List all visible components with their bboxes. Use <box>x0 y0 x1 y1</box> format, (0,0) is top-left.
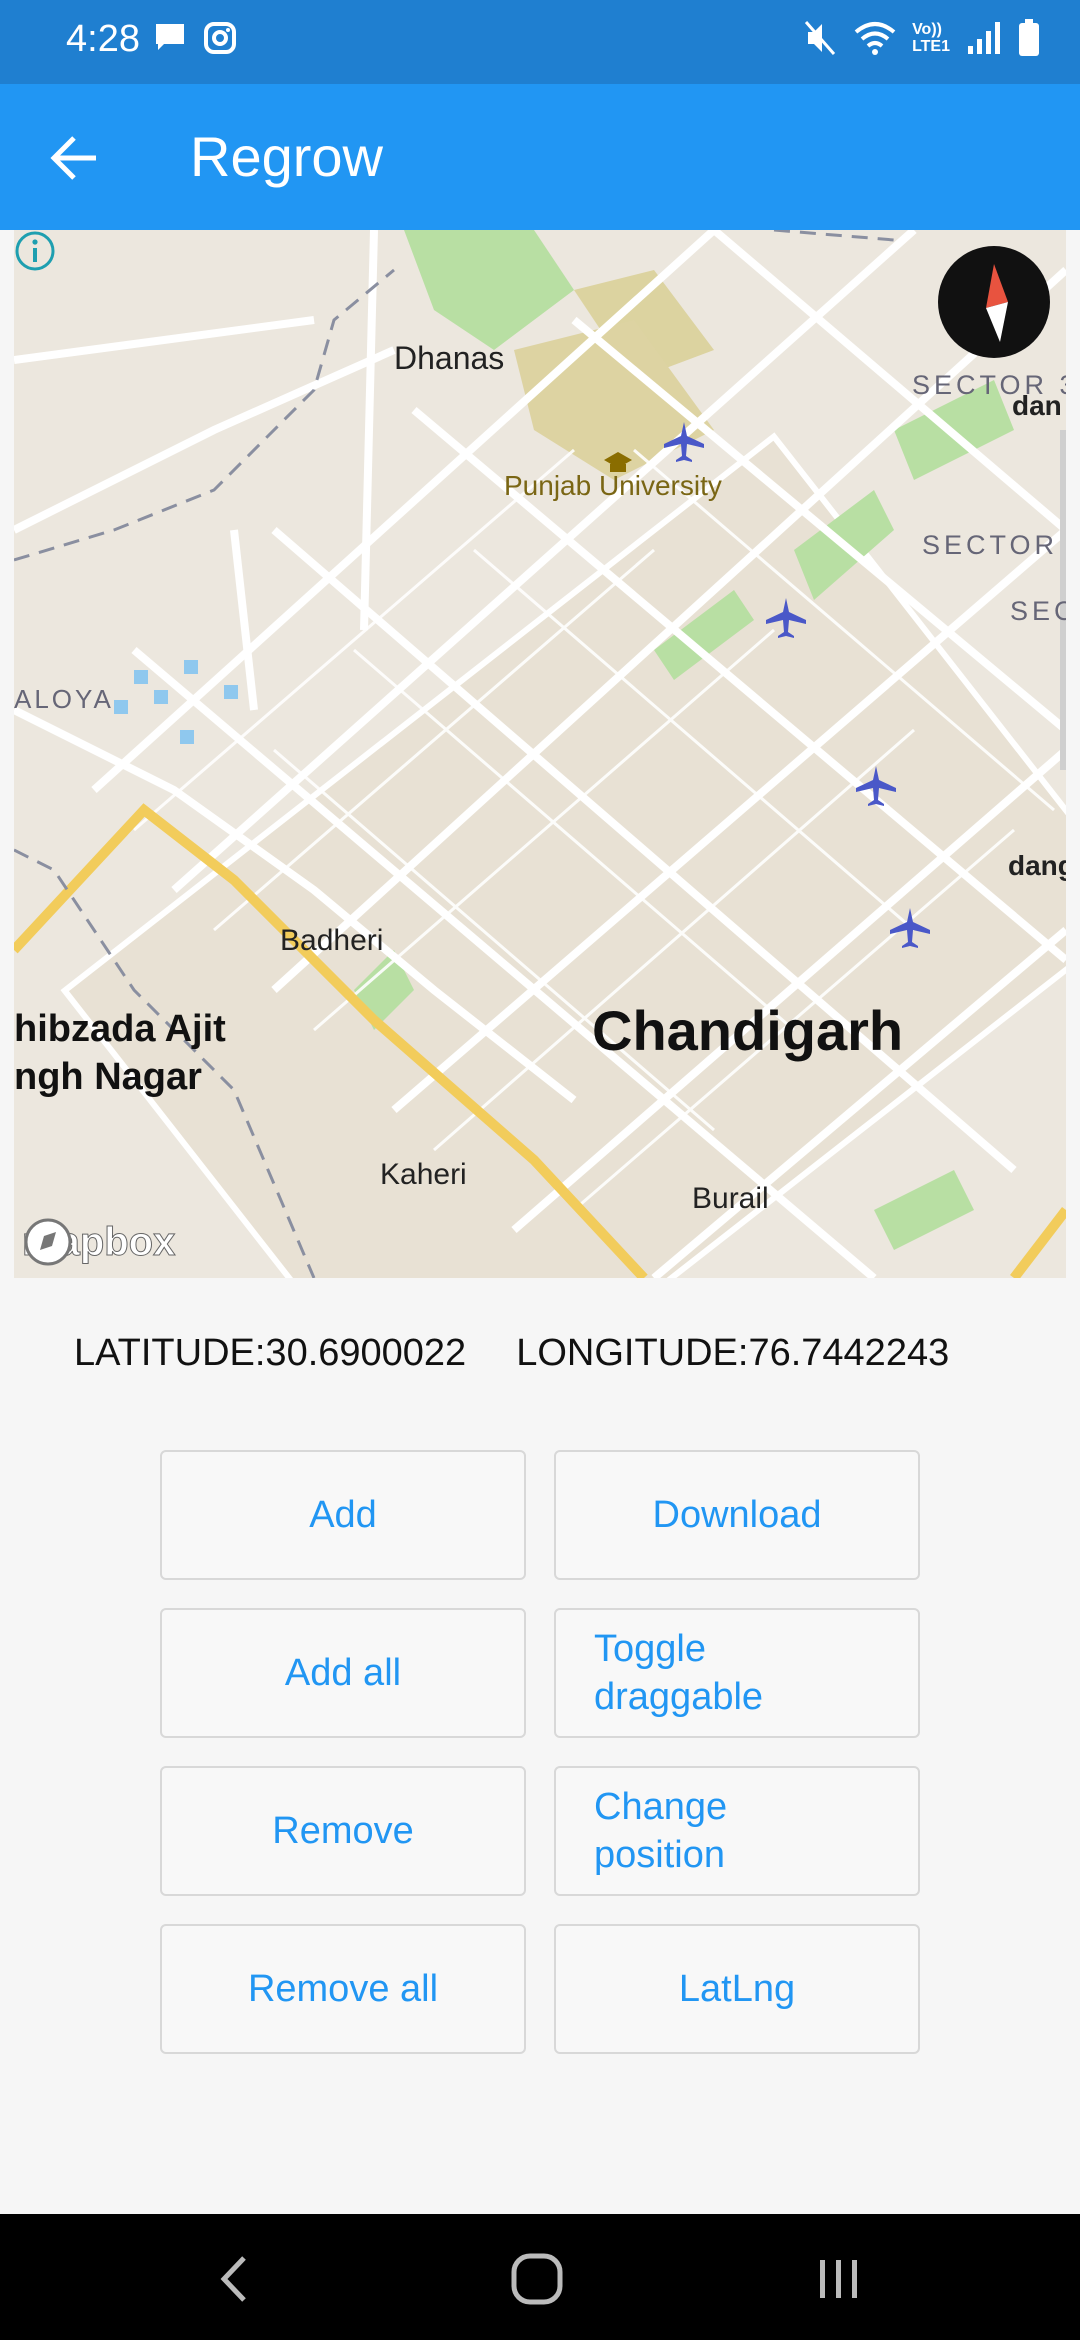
info-icon[interactable] <box>14 230 56 272</box>
add-all-button[interactable]: Add all <box>160 1608 526 1738</box>
add-all-button-label: Add all <box>284 1652 402 1694</box>
compass-icon <box>986 264 1008 342</box>
toggle-draggable-button[interactable]: Toggle draggable <box>554 1608 920 1738</box>
map-label-sahibzada-line2: ngh Nagar <box>14 1056 202 1098</box>
message-icon <box>156 24 184 50</box>
map-view[interactable]: Dhanas Punjab University SECTOR 3 dan SE… <box>14 230 1066 1278</box>
instagram-icon <box>204 22 236 54</box>
latitude-text: LATITUDE:30.6900022 <box>74 1332 467 1374</box>
latlng-button-label: LatLng <box>678 1968 796 2010</box>
app-bar: Regrow <box>0 84 1080 230</box>
longitude-text: LONGITUDE:76.7442243 <box>516 1332 950 1374</box>
volte-icon: Vo)) LTE1 <box>912 21 950 55</box>
map-label-kaheri: Kaheri <box>380 1158 467 1191</box>
remove-all-button-label: Remove all <box>247 1968 439 2010</box>
nav-back-icon[interactable] <box>216 2254 256 2304</box>
mute-icon <box>804 21 836 55</box>
download-button-label: Download <box>652 1494 822 1536</box>
add-button-label: Add <box>309 1494 377 1536</box>
status-bar: 4:28 Vo)) LTE1 <box>0 0 1080 84</box>
map-label-dan-a: dan <box>1012 390 1062 421</box>
map-label-chandigarh: Chandigarh <box>592 999 904 1062</box>
change-position-label-line1: Change <box>594 1786 728 1828</box>
remove-button[interactable]: Remove <box>160 1766 526 1896</box>
mapbox-logo: mapbox <box>21 1216 176 1268</box>
arrow-left-icon[interactable] <box>44 126 108 190</box>
airplane-icon[interactable] <box>888 906 932 950</box>
airplane-icon[interactable] <box>764 596 808 640</box>
toggle-draggable-label-line2: draggable <box>594 1676 764 1718</box>
volte-label: Vo)) <box>912 21 942 38</box>
status-time: 4:28 <box>66 18 140 60</box>
change-position-button[interactable]: Change position <box>554 1766 920 1896</box>
airplane-icon[interactable] <box>854 764 898 808</box>
latlng-button[interactable]: LatLng <box>554 1924 920 2054</box>
app-title: Regrow <box>190 125 383 188</box>
map-label-badheri: Badheri <box>280 924 384 957</box>
remove-button-label: Remove <box>272 1810 414 1852</box>
remove-all-button[interactable]: Remove all <box>160 1924 526 2054</box>
system-nav-bar <box>0 2214 1080 2340</box>
nav-recents-icon[interactable] <box>814 2254 864 2304</box>
map-label-aloya: ALOYA <box>14 684 114 714</box>
mapbox-logo-icon <box>24 1218 72 1266</box>
map-label-sector-c: SEC <box>1010 596 1066 626</box>
map-tiles <box>14 230 1066 1278</box>
add-button[interactable]: Add <box>160 1450 526 1580</box>
signal-icon <box>968 22 1000 54</box>
nav-home-icon[interactable] <box>510 2252 564 2306</box>
map-label-sahibzada-line1: hibzada Ajit <box>14 1008 226 1050</box>
map-label-sector-b: SECTOR <box>922 530 1059 560</box>
map-label-dhanas: Dhanas <box>394 340 505 376</box>
map-label-punjab-university: Punjab University <box>504 470 722 501</box>
change-position-label-line2: position <box>594 1834 725 1876</box>
airplane-icon[interactable] <box>662 420 706 464</box>
toggle-draggable-label-line1: Toggle <box>594 1628 706 1670</box>
coordinates-readout: LATITUDE:30.6900022 LONGITUDE:76.7442243 <box>74 1332 949 1375</box>
map-label-dan-b: dang <box>1008 850 1066 881</box>
lte-label: LTE1 <box>912 38 950 55</box>
map-label-burail: Burail <box>692 1182 769 1215</box>
wifi-icon <box>854 22 896 55</box>
compass-button[interactable] <box>938 246 1050 358</box>
download-button[interactable]: Download <box>554 1450 920 1580</box>
battery-icon <box>1019 19 1039 56</box>
